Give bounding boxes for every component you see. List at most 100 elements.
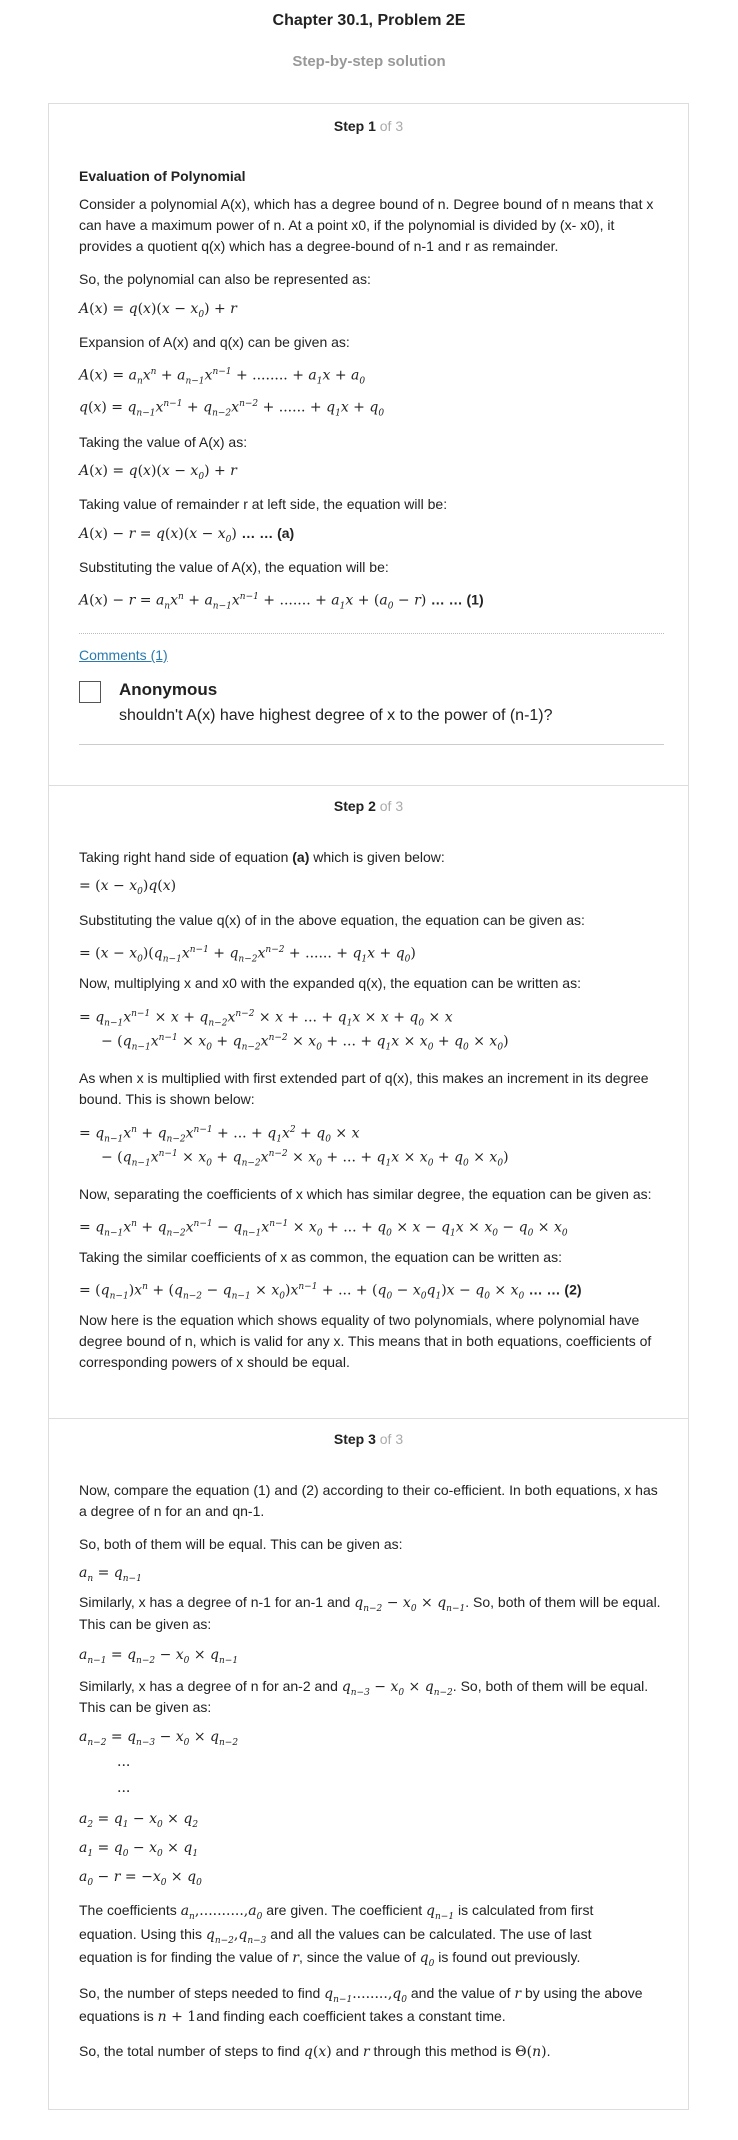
step-2-para-1-bold: (a) xyxy=(292,849,310,865)
step-3-para-6-line2: equations is n + 1and finding each coeff… xyxy=(79,2006,664,2027)
comments-divider-top xyxy=(79,633,664,634)
avatar xyxy=(79,681,101,703)
comment-text: shouldn't A(x) have highest degree of x … xyxy=(119,707,553,724)
step-3-eq-an: an = qn−1 xyxy=(79,1565,142,1584)
step-1-eq-1: A(x) − r = anxn + an−1xn−1 + ....... + a… xyxy=(79,591,484,612)
step-1-label: Step 1 xyxy=(333,118,376,134)
step-2-eq-rhs: = (x − x0)q(x) xyxy=(79,878,177,897)
step-3-inline-qn2: qn−2,qn−3 xyxy=(205,1927,267,1946)
step-1-eq-expansion-a: A(x) = anxn + an−1xn−1 + ........ + a1x … xyxy=(79,367,366,387)
step-1-para-4: Taking the value of A(x) as: xyxy=(79,434,248,450)
step-3-para-4c: This can be given as: xyxy=(79,1699,212,1715)
step-2-para-6: Taking the similar coefficients of x as … xyxy=(79,1249,562,1265)
step-3-para-3a: Similarly, x has a degree of n-1 for an-… xyxy=(79,1594,351,1610)
step-3-para-1: Now, compare the equation (1) and (2) ac… xyxy=(79,1482,658,1519)
step-2-eq-increment-line2: − (qn−1xn−1 × x0 + qn−2xn−2 × x0 + ... +… xyxy=(101,1149,509,1169)
step-2-para-3: Now, multiplying x and x0 with the expan… xyxy=(79,975,581,991)
eq-tag-a: … … (a) xyxy=(241,525,295,541)
step-3-para-3c: This can be given as: xyxy=(79,1616,212,1632)
step-2-para-2: Substituting the value q(x) of in the ab… xyxy=(79,912,585,928)
step-3-ellipsis-2: ... xyxy=(117,1780,131,1796)
step-3-para-2: So, both of them will be equal. This can… xyxy=(79,1536,403,1552)
step-3-inline-qn1: qn−1 xyxy=(426,1903,455,1922)
step-3-inline-q0: q0 xyxy=(419,1950,435,1969)
step-3-para-5-line1: The coefficients an,..........,a0 are gi… xyxy=(79,1900,664,1927)
step-1-para-5: Taking value of remainder r at left side… xyxy=(79,496,448,512)
step-2-para-1: Taking right hand side of equation (a) w… xyxy=(79,847,664,867)
step-2-eq-2: = (qn−1)xn + (qn−2 − qn−1 × x0)xn−1 + ..… xyxy=(79,1281,582,1302)
step-3-inline-coeffs: an,..........,a0 xyxy=(180,1903,263,1922)
step-2-eq-separate: = qn−1xn + qn−2xn−1 − qn−1xn−1 × x0 + ..… xyxy=(79,1219,568,1239)
step-divider-2 xyxy=(49,1418,688,1419)
step-3-para-5e: and all the values can be calculated. Th… xyxy=(270,1926,592,1942)
step-2-para-7: Now here is the equation which shows equ… xyxy=(79,1312,652,1370)
step-3-para-7c: through this method is xyxy=(373,2043,512,2059)
step-1-para-2: So, the polynomial can also be represent… xyxy=(79,271,371,287)
step-3-para-5-line3: equation is for finding the value of r, … xyxy=(79,1947,664,1974)
step-3-eq-a0: a0 − r = −x0 × q0 xyxy=(79,1869,202,1888)
step-1-para-1: Consider a polynomial A(x), which has a … xyxy=(79,196,654,254)
step-3-para-5h: is found out previously. xyxy=(438,1949,581,1965)
step-3-para-5c: is calculated from first xyxy=(457,1902,594,1918)
step-2-eq-multiply-line2: − (qn−1xn−1 × x0 + qn−2xn−2 × x0 + ... +… xyxy=(101,1033,509,1053)
comments-divider-bottom xyxy=(79,744,664,745)
page-subtitle: Step-by-step solution xyxy=(292,53,446,70)
step-3-inline-qx: q(x) xyxy=(303,2044,332,2060)
eq-tag-1: … … (1) xyxy=(430,591,484,608)
step-3-para-5g: , since the value of xyxy=(298,1949,416,1965)
step-1-eq-polynomial: A(x) = q(x)(x − x0) + r xyxy=(79,301,237,320)
step-3-para-5b: are given. The coefficient xyxy=(266,1902,423,1918)
step-2-para-1-pre: Taking right hand side of equation xyxy=(79,849,293,865)
step-1-heading: Evaluation of Polynomial xyxy=(79,168,246,184)
step-3-para-7: So, the total number of steps to find q(… xyxy=(79,2043,551,2060)
step-3-label: Step 3 xyxy=(333,1431,376,1447)
step-3-inline-qrange: qn−1........,q0 xyxy=(324,1986,407,2005)
step-3-inline-theta: Θ(n) xyxy=(515,2044,547,2060)
step-1-eq-value-a: A(x) = q(x)(x − x0) + r xyxy=(79,463,237,482)
step-divider-1 xyxy=(49,785,688,786)
step-3-para-7b: and xyxy=(335,2043,359,2059)
step-3-para-6d: equations is xyxy=(79,2008,154,2024)
step-3-para-4b: . So, both of them will be equal. xyxy=(452,1678,649,1694)
step-3-inline-n1: n + 1 xyxy=(157,2009,197,2025)
step-3-of: of 3 xyxy=(375,1431,404,1447)
step-3-ellipsis-1: ... xyxy=(117,1754,131,1770)
step-1-header: Step 1 of 3 xyxy=(49,118,688,134)
step-3-para-7a: So, the total number of steps to find xyxy=(79,2043,301,2059)
step-1-para-3: Expansion of A(x) and q(x) can be given … xyxy=(79,334,350,350)
step-2-eq-substituted: = (x − x0)(qn−1xn−1 + qn−2xn−2 + ...... … xyxy=(79,945,416,965)
step-3-para-3b: . So, both of them will be equal. xyxy=(465,1594,661,1610)
step-3-para-6e: and finding each coefficient takes a con… xyxy=(196,2008,506,2024)
step-3-eq-an-1: an−1 = qn−2 − x0 × qn−1 xyxy=(79,1647,239,1666)
step-1-eq-a: A(x) − r = q(x)(x − x0) … … (a) xyxy=(79,525,295,545)
comments-link[interactable]: Comments (1) xyxy=(79,647,168,663)
comment-author: Anonymous xyxy=(119,680,218,699)
step-2-header: Step 2 of 3 xyxy=(49,798,688,814)
step-1-eq-expansion-q: q(x) = qn−1xn−1 + qn−2xn−2 + ...... + q1… xyxy=(79,399,385,419)
step-3-inline-r: r xyxy=(292,1950,299,1966)
step-3-para-5f: equation is for finding the value of xyxy=(79,1949,289,1965)
step-2-para-1-post: which is given below: xyxy=(309,849,445,865)
step-2-of: of 3 xyxy=(375,798,404,814)
step-3-para-4a: Similarly, x has a degree of n for an-2 … xyxy=(79,1678,338,1694)
step-3-para-6c: by using the above xyxy=(525,1985,643,2001)
page-title: Chapter 30.1, Problem 2E xyxy=(272,12,466,29)
eq-tag-2: … … (2) xyxy=(528,1281,582,1298)
step-3-inline-q2: qn−3 − x0 × qn−2 xyxy=(341,1679,453,1698)
step-1-para-6: Substituting the value of A(x), the equa… xyxy=(79,559,389,575)
step-3-eq-an-2: an−2 = qn−3 − x0 × qn−2 xyxy=(79,1729,239,1748)
step-2-para-4: As when x is multiplied with first exten… xyxy=(79,1070,649,1107)
step-3-para-6a: So, the number of steps needed to find xyxy=(79,1985,321,2001)
step-1-of: of 3 xyxy=(375,118,404,134)
step-3-inline-r3: r xyxy=(362,2044,370,2060)
step-3-para-5d: equation. Using this xyxy=(79,1926,202,1942)
step-3-inline-r2: r xyxy=(514,1986,522,2002)
step-3-eq-a1: a1 = q0 − x0 × q1 xyxy=(79,1840,199,1859)
step-2-para-5: Now, separating the coefficients of x wh… xyxy=(79,1186,652,1202)
step-3-header: Step 3 of 3 xyxy=(49,1431,688,1447)
step-3-para-5a: The coefficients xyxy=(79,1902,177,1918)
step-2-label: Step 2 xyxy=(333,798,376,814)
step-3-inline-q: qn−2 − x0 × qn−1 xyxy=(354,1595,466,1614)
step-3-para-6b: and the value of xyxy=(410,1985,511,2001)
step-3-eq-a2: a2 = q1 − x0 × q2 xyxy=(79,1811,199,1830)
